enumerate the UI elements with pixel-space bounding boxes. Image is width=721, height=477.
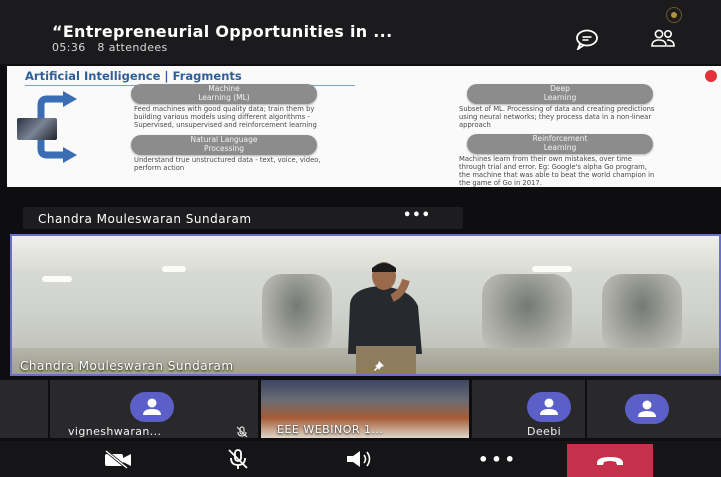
video-light — [42, 276, 72, 282]
camera-off-icon — [105, 449, 131, 469]
participant-tile[interactable] — [587, 380, 721, 438]
meeting-duration: 05:36 — [52, 41, 86, 54]
slide-image-thumbnail — [17, 118, 57, 140]
meeting-title: “Entrepreneurial Opportunities in ... — [52, 22, 393, 41]
participant-tile-partial[interactable] — [0, 380, 48, 438]
person-icon — [540, 398, 558, 415]
participant-name: Deebi — [527, 425, 562, 438]
status-indicator-icon — [666, 7, 682, 23]
mic-muted-icon — [236, 426, 248, 438]
rl-heading: Reinforcement Learning — [467, 134, 653, 154]
pin-icon — [374, 361, 384, 371]
video-wall-panel — [602, 274, 682, 354]
video-participant-name: Chandra Mouleswaran Sundaram — [20, 359, 234, 373]
speaker-figure — [348, 262, 422, 374]
participant-tile[interactable]: vigneshwaran... — [50, 380, 258, 438]
shared-slide: Artificial Intelligence | Fragments Mach… — [7, 66, 721, 187]
call-controls: ••• — [0, 441, 721, 477]
end-call-button[interactable] — [567, 444, 653, 477]
avatar — [130, 392, 174, 422]
rl-description: Machines learn from their own mistakes, … — [459, 155, 655, 187]
meeting-header: “Entrepreneurial Opportunities in ... 05… — [0, 0, 721, 64]
mic-off-icon — [228, 449, 248, 469]
participant-tile-video[interactable]: EEE WEBINOR 1... — [261, 380, 469, 438]
hang-up-icon — [597, 456, 623, 465]
video-light — [162, 266, 186, 272]
participant-name: EEE WEBINOR 1... — [277, 423, 384, 436]
dl-heading: Deep Learning — [467, 84, 653, 104]
dl-description: Subset of ML. Processing of data and cre… — [459, 105, 655, 129]
more-options-button[interactable]: ••• — [468, 445, 528, 473]
participant-tile[interactable]: Deebi — [472, 380, 585, 438]
slide-accent-mark — [705, 70, 717, 82]
slide-title: Artificial Intelligence | Fragments — [25, 69, 242, 83]
presenter-more-options-button[interactable]: ••• — [403, 208, 431, 223]
participants-icon[interactable] — [650, 28, 676, 50]
ml-heading: Machine Learning (ML) — [131, 84, 317, 104]
person-icon — [143, 398, 161, 415]
speaker-button[interactable] — [330, 445, 390, 473]
more-options-icon: ••• — [478, 449, 518, 469]
mute-button[interactable] — [208, 445, 268, 473]
avatar — [625, 394, 669, 424]
participant-name: vigneshwaran... — [68, 425, 162, 438]
nlp-heading: Natural Language Processing — [131, 135, 317, 155]
meeting-info: 05:36 8 attendees — [52, 41, 168, 54]
chat-icon[interactable] — [574, 28, 600, 50]
video-wall-panel — [482, 274, 572, 354]
nlp-description: Understand true unstructured data - text… — [134, 156, 321, 172]
presenter-name: Chandra Mouleswaran Sundaram — [38, 212, 252, 226]
person-icon — [638, 400, 656, 417]
camera-off-button[interactable] — [88, 445, 148, 473]
ml-description: Feed machines with good quality data; tr… — [134, 105, 317, 129]
avatar — [527, 392, 571, 422]
presenter-label[interactable]: Chandra Mouleswaran Sundaram ••• — [23, 207, 463, 229]
speaker-icon — [347, 451, 371, 467]
attendee-count: 8 attendees — [97, 41, 168, 54]
video-light — [532, 266, 572, 272]
main-video-feed[interactable]: Chandra Mouleswaran Sundaram — [10, 234, 721, 376]
